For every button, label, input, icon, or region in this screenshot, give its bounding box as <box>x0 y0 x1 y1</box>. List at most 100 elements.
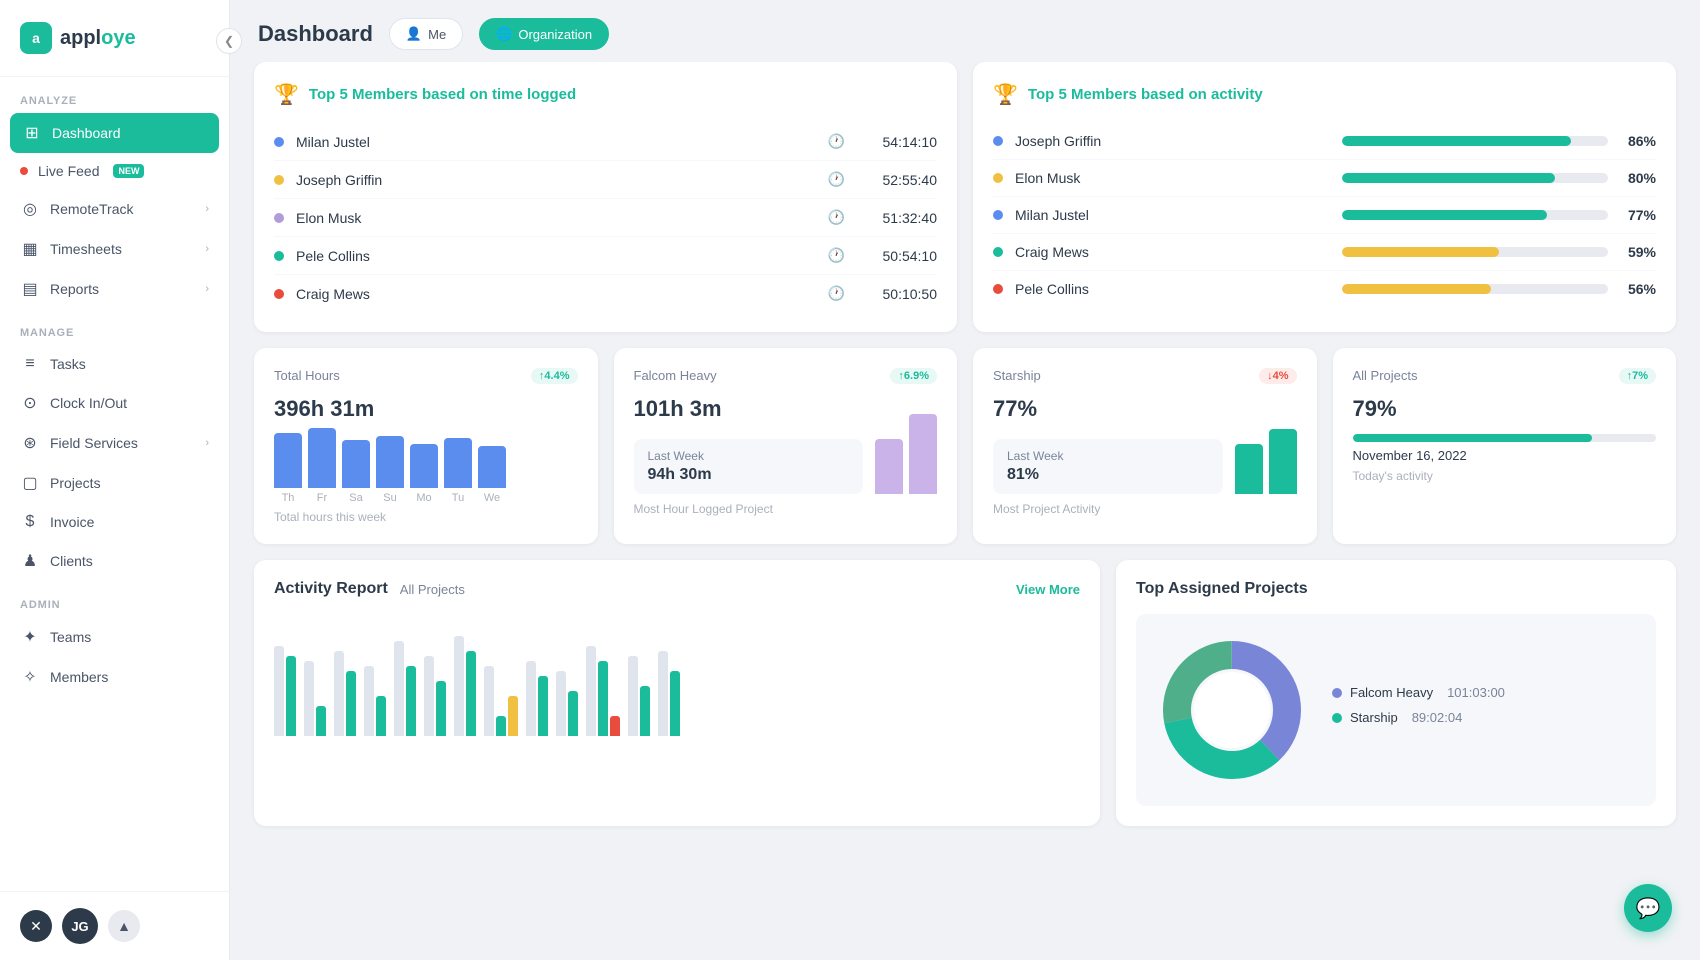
stat-footer: Most Project Activity <box>993 502 1297 516</box>
bar-label: Sa <box>349 492 362 504</box>
stat-badge: ↑7% <box>1619 368 1656 384</box>
sidebar-item-tasks[interactable]: ≡ Tasks <box>0 345 229 383</box>
card-title: 🏆 Top 5 Members based on activity <box>993 82 1656 107</box>
stat-label: Total Hours <box>274 368 340 383</box>
legend-name: Starship <box>1350 710 1398 725</box>
stat-value: 77% <box>993 396 1297 422</box>
activity-bar-group <box>484 666 518 736</box>
legend-name: Falcom Heavy <box>1350 685 1433 700</box>
legend-dot <box>1332 688 1342 698</box>
top5-time-card: 🏆 Top 5 Members based on time logged Mil… <box>254 62 957 332</box>
clock-icon: 🕐 <box>828 133 845 150</box>
gray-bar <box>394 641 404 736</box>
bar-label: Th <box>282 492 295 504</box>
member-row: Joseph Griffin 🕐 52:55:40 <box>274 161 937 199</box>
activity-bar: 86% <box>1342 133 1657 149</box>
total-hours-card: Total Hours ↑4.4% 396h 31m Th Fr Sa Su M… <box>254 348 598 544</box>
top-bar: Dashboard 👤 Me 🌐 Organization <box>230 0 1700 62</box>
sidebar-item-invoice[interactable]: $ Invoice <box>0 503 229 541</box>
sidebar-item-teams[interactable]: ✦ Teams <box>0 617 229 657</box>
allprojects-card: All Projects ↑7% 79% November 16, 2022 T… <box>1333 348 1677 544</box>
mini-card-inner: Last Week 81% <box>993 434 1297 494</box>
activity-pct: 56% <box>1618 281 1656 297</box>
member-dot <box>993 247 1003 257</box>
sidebar-item-reports[interactable]: ▤ Reports › <box>0 269 229 309</box>
page-title: Dashboard <box>258 21 373 47</box>
up-button[interactable]: ▲ <box>108 910 140 942</box>
stat-badge: ↓4% <box>1259 368 1296 384</box>
stat-badge: ↑4.4% <box>531 368 578 384</box>
view-more-link[interactable]: View More <box>1016 582 1080 597</box>
bar-label: Su <box>383 492 396 504</box>
sidebar-item-label: Reports <box>50 281 99 297</box>
gray-bar <box>526 661 536 736</box>
member-row: Elon Musk 80% <box>993 160 1656 197</box>
sidebar-bottom: ✕ JG ▲ <box>0 891 229 960</box>
member-name: Elon Musk <box>296 210 816 226</box>
sidebar-item-projects[interactable]: ▢ Projects <box>0 463 229 503</box>
bar-item: We <box>478 446 506 504</box>
bar-item: Tu <box>444 438 472 504</box>
member-row: Joseph Griffin 86% <box>993 123 1656 160</box>
teal-bar <box>346 671 356 736</box>
teal-bar <box>670 671 680 736</box>
member-dot <box>993 173 1003 183</box>
member-name: Milan Justel <box>296 134 816 150</box>
stat-footer: Today's activity <box>1353 469 1657 483</box>
sidebar-item-fieldservices[interactable]: ⊛ Field Services › <box>0 423 229 463</box>
member-dot <box>274 289 284 299</box>
last-week-box: Last Week 81% <box>993 439 1223 494</box>
sidebar-item-livefeed[interactable]: Live Feed NEW <box>0 153 229 189</box>
section-header: Activity Report All Projects View More <box>274 580 1080 598</box>
sidebar-item-label: Field Services <box>50 435 138 451</box>
activity-bar-group <box>274 646 296 736</box>
sidebar-collapse-button[interactable]: ❮ <box>216 28 242 54</box>
close-button[interactable]: ✕ <box>20 910 52 942</box>
sidebar-item-clients[interactable]: ♟ Clients <box>0 541 229 581</box>
member-row: Craig Mews 🕐 50:10:50 <box>274 275 937 312</box>
sidebar-item-clockinout[interactable]: ⊙ Clock In/Out <box>0 383 229 423</box>
bar <box>342 440 370 488</box>
dashboard-icon: ⊞ <box>22 123 42 143</box>
gray-bar <box>628 656 638 736</box>
sidebar-item-label: Projects <box>50 475 101 491</box>
activity-bar-group <box>424 656 446 736</box>
stat-badge: ↑6.9% <box>890 368 937 384</box>
bar-chart: Th Fr Sa Su Mo Tu We <box>274 434 578 504</box>
activity-pct: 86% <box>1618 133 1656 149</box>
section-title: Top Assigned Projects <box>1136 580 1656 598</box>
activity-bar-group <box>628 656 650 736</box>
sidebar-item-timesheets[interactable]: ▦ Timesheets › <box>0 229 229 269</box>
gray-bar <box>484 666 494 736</box>
chevron-right-icon: › <box>205 203 209 215</box>
org-icon: 🌐 <box>496 26 512 42</box>
falcom-card: Falcom Heavy ↑6.9% 101h 3m Last Week 94h… <box>614 348 958 544</box>
section-label-analyze: Analyze <box>0 77 229 113</box>
member-dot <box>274 213 284 223</box>
member-row: Craig Mews 59% <box>993 234 1656 271</box>
sidebar-item-dashboard[interactable]: ⊞ Dashboard <box>10 113 219 153</box>
section-label-manage: Manage <box>0 309 229 345</box>
gray-bar <box>556 671 566 736</box>
chat-fab-button[interactable]: 💬 <box>1624 884 1672 932</box>
stat-footer: Most Hour Logged Project <box>634 502 938 516</box>
activity-bar-group <box>454 636 476 736</box>
tab-me[interactable]: 👤 Me <box>389 18 463 50</box>
avatar: JG <box>62 908 98 944</box>
last-week-label: Last Week <box>1007 449 1209 463</box>
sidebar-item-members[interactable]: ✧ Members <box>0 657 229 697</box>
gray-bar <box>424 656 434 736</box>
member-name: Milan Justel <box>1015 207 1330 223</box>
teal-bar <box>598 661 608 736</box>
activity-pct: 59% <box>1618 244 1656 260</box>
teal-bar <box>286 656 296 736</box>
stat-value: 396h 31m <box>274 396 578 422</box>
bar-label: Fr <box>317 492 327 504</box>
member-row: Elon Musk 🕐 51:32:40 <box>274 199 937 237</box>
sidebar-item-label: Invoice <box>50 514 94 530</box>
gray-bar <box>274 646 284 736</box>
tab-organization[interactable]: 🌐 Organization <box>479 18 609 50</box>
sidebar-item-remotetrack[interactable]: ◎ RemoteTrack › <box>0 189 229 229</box>
teal-bar <box>538 676 548 736</box>
tasks-icon: ≡ <box>20 355 40 373</box>
